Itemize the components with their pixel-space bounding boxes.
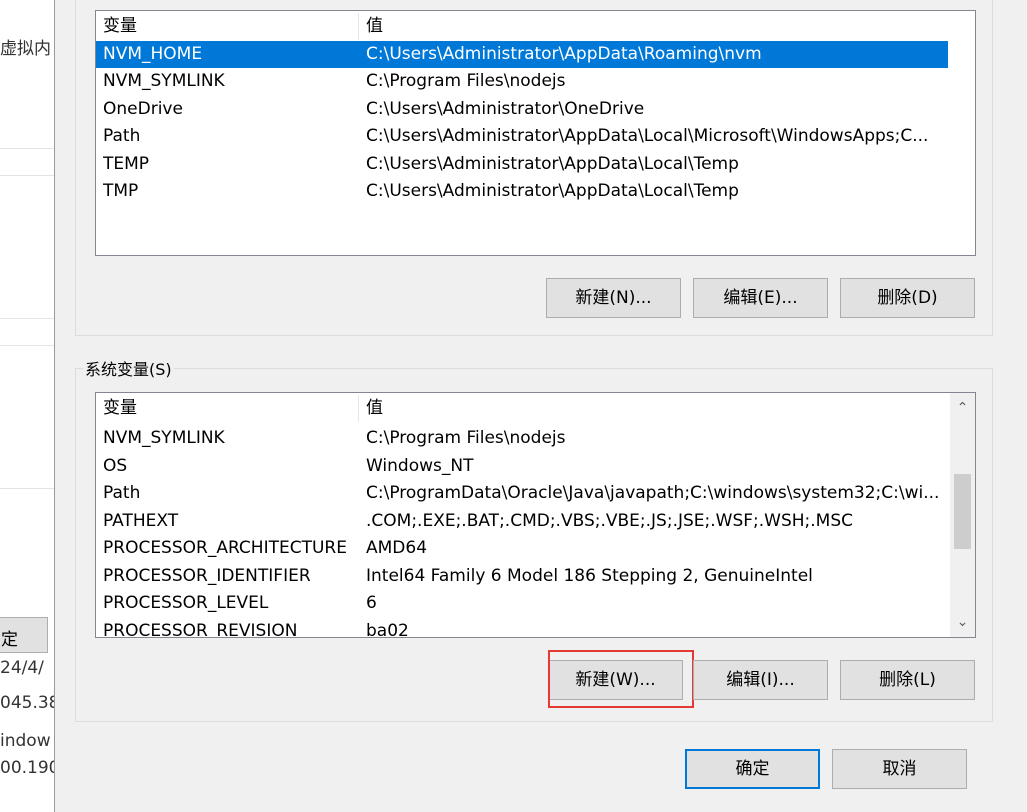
var-name: TEMP [103, 154, 150, 174]
table-row[interactable]: OS Windows_NT [96, 453, 948, 480]
table-row[interactable]: PROCESSOR_REVISION ba02 [96, 618, 948, 638]
column-header-value[interactable]: 值 [366, 13, 946, 40]
chevron-up-icon[interactable]: ⌃ [950, 396, 975, 421]
var-value: C:\Program Files\nodejs [366, 428, 566, 448]
column-header-name[interactable]: 变量 [103, 395, 359, 422]
user-new-button[interactable]: 新建(N)... [546, 278, 681, 318]
vertical-scrollbar[interactable]: ⌃ ⌄ [950, 393, 975, 637]
bg-button-label: 定 [1, 630, 18, 650]
var-value: C:\Users\Administrator\AppData\Local\Tem… [366, 154, 739, 174]
table-row[interactable]: PATHEXT .COM;.EXE;.BAT;.CMD;.VBS;.VBE;.J… [96, 508, 948, 535]
var-value: C:\Users\Administrator\AppData\Roaming\n… [366, 44, 762, 64]
bg-button[interactable]: 定 [0, 617, 48, 653]
system-edit-button[interactable]: 编辑(I)... [693, 660, 828, 700]
var-value: AMD64 [366, 538, 428, 558]
var-value: ba02 [366, 621, 409, 638]
highlight-box [548, 650, 694, 708]
system-variables-list[interactable]: 变量 值 NVM_SYMLINK C:\Program Files\nodejs… [95, 392, 976, 638]
var-name: TMP [103, 181, 139, 201]
table-row[interactable]: Path C:\ProgramData\Oracle\Java\javapath… [96, 480, 948, 507]
system-delete-button[interactable]: 删除(L) [840, 660, 975, 700]
table-row[interactable]: Path C:\Users\Administrator\AppData\Loca… [96, 123, 948, 150]
var-name: PROCESSOR_LEVEL [103, 593, 269, 613]
column-header-value[interactable]: 值 [366, 395, 946, 422]
var-name: NVM_SYMLINK [103, 428, 225, 448]
user-edit-button[interactable]: 编辑(E)... [693, 278, 828, 318]
column-header-name[interactable]: 变量 [103, 13, 359, 40]
bg-text-fragment: 045.38 [0, 693, 54, 713]
bg-divider [0, 148, 54, 149]
var-name: OneDrive [103, 99, 183, 119]
var-name: OS [103, 456, 128, 476]
user-delete-button[interactable]: 删除(D) [840, 278, 975, 318]
ok-button[interactable]: 确定 [685, 749, 820, 789]
var-value: C:\Users\Administrator\AppData\Local\Tem… [366, 181, 739, 201]
table-row[interactable]: NVM_SYMLINK C:\Program Files\nodejs [96, 425, 948, 452]
table-row[interactable]: TMP C:\Users\Administrator\AppData\Local… [96, 178, 948, 205]
list-header[interactable]: 变量 值 [96, 395, 948, 422]
bg-divider [0, 488, 54, 489]
var-name: Path [103, 483, 141, 503]
bg-divider [0, 318, 54, 319]
user-variables-list[interactable]: 变量 值 NVM_HOME C:\Users\Administrator\App… [95, 10, 976, 256]
chevron-down-icon[interactable]: ⌄ [950, 610, 975, 635]
var-name: Path [103, 126, 141, 146]
list-header[interactable]: 变量 值 [96, 13, 948, 40]
system-variables-label: 系统变量(S) [83, 356, 174, 380]
scrollbar-thumb[interactable] [954, 474, 971, 549]
environment-variables-dialog: 变量 值 NVM_HOME C:\Users\Administrator\App… [54, 0, 1027, 812]
table-row[interactable]: NVM_HOME C:\Users\Administrator\AppData\… [96, 41, 948, 68]
var-name: PROCESSOR_IDENTIFIER [103, 566, 311, 586]
var-value: C:\Users\Administrator\AppData\Local\Mic… [366, 126, 929, 146]
bg-text-fragment: 24/4/ [0, 658, 44, 678]
var-value: Intel64 Family 6 Model 186 Stepping 2, G… [366, 566, 813, 586]
var-value: .COM;.EXE;.BAT;.CMD;.VBS;.VBE;.JS;.JSE;.… [366, 511, 854, 531]
bg-divider [0, 175, 54, 176]
var-name: PATHEXT [103, 511, 179, 531]
table-row[interactable]: OneDrive C:\Users\Administrator\OneDrive [96, 96, 948, 123]
cancel-button[interactable]: 取消 [832, 749, 967, 789]
table-row[interactable]: NVM_SYMLINK C:\Program Files\nodejs [96, 68, 948, 95]
table-row[interactable]: PROCESSOR_LEVEL 6 [96, 590, 948, 617]
var-name: NVM_HOME [103, 44, 203, 64]
var-name: NVM_SYMLINK [103, 71, 225, 91]
bg-text-fragment: 虚拟内 [0, 39, 51, 59]
table-row[interactable]: PROCESSOR_IDENTIFIER Intel64 Family 6 Mo… [96, 563, 948, 590]
var-name: PROCESSOR_ARCHITECTURE [103, 538, 347, 558]
bg-divider [0, 345, 54, 346]
table-row[interactable]: PROCESSOR_ARCHITECTURE AMD64 [96, 535, 948, 562]
var-value: C:\Users\Administrator\OneDrive [366, 99, 645, 119]
var-name: PROCESSOR_REVISION [103, 621, 298, 638]
table-row[interactable]: TEMP C:\Users\Administrator\AppData\Loca… [96, 151, 948, 178]
bg-text-fragment: indow [0, 731, 51, 751]
var-value: 6 [366, 593, 377, 613]
bg-text-fragment: 00.190 [0, 758, 54, 778]
var-value: C:\Program Files\nodejs [366, 71, 566, 91]
var-value: C:\ProgramData\Oracle\Java\javapath;C:\w… [366, 483, 940, 503]
var-value: Windows_NT [366, 456, 474, 476]
background-window: 虚拟内 定 24/4/ 045.38 indow 00.190 [0, 0, 54, 812]
